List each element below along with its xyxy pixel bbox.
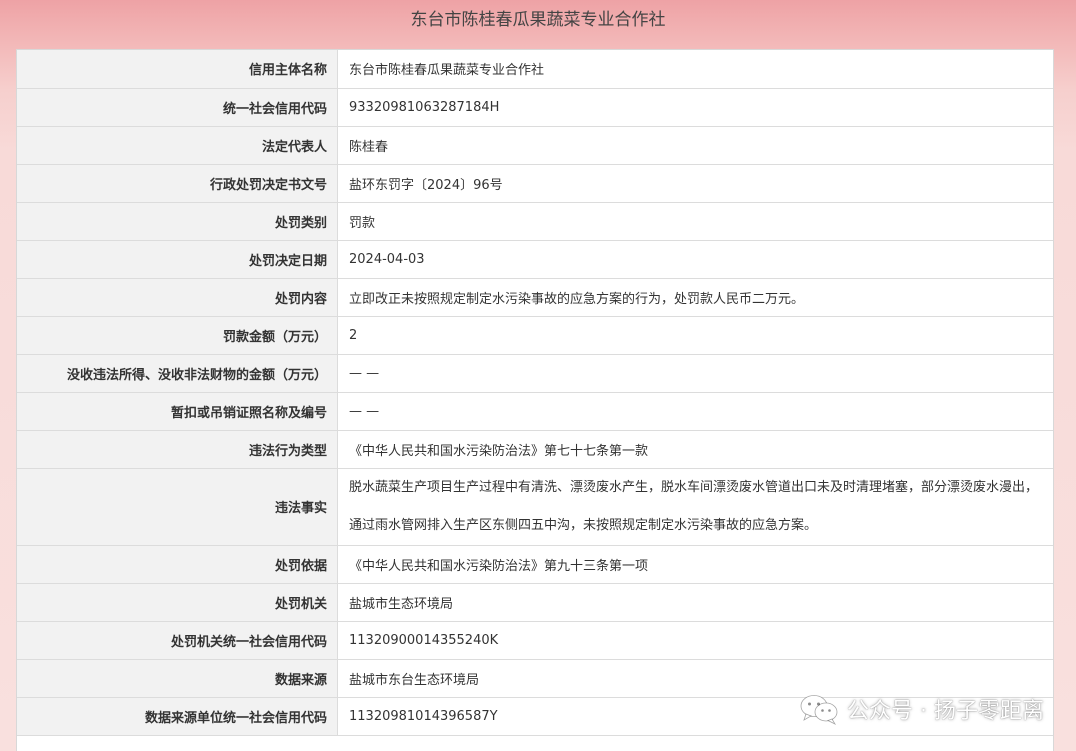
- row-value-data-source: 盐城市东台生态环境局: [337, 659, 1053, 698]
- row-label-credit-code: 统一社会信用代码: [17, 88, 338, 127]
- table-row: 罚款金额（万元） 2: [17, 316, 1053, 355]
- table-row: 处罚机关 盐城市生态环境局: [17, 583, 1053, 622]
- row-value-fine-amount: 2: [337, 316, 1053, 355]
- table-row: 违法事实 脱水蔬菜生产项目生产过程中有清洗、漂烫废水产生，脱水车间漂烫废水管道出…: [17, 468, 1053, 546]
- row-label-penalty-authority: 处罚机关: [17, 583, 338, 622]
- row-label-source-credit-code: 数据来源单位统一社会信用代码: [17, 697, 338, 736]
- row-value-license-revocation: — —: [337, 392, 1053, 431]
- row-label-penalty-content: 处罚内容: [17, 278, 338, 317]
- table-row: 信用主体名称 东台市陈桂春瓜果蔬菜专业合作社: [17, 50, 1053, 89]
- table-row: 处罚内容 立即改正未按照规定制定水污染事故的应急方案的行为，处罚款人民币二万元。: [17, 278, 1053, 317]
- row-value-confiscation-amount: — —: [337, 354, 1053, 393]
- table-row: 处罚决定日期 2024-04-03: [17, 240, 1053, 279]
- row-value-violation-type: 《中华人民共和国水污染防治法》第七十七条第一款: [337, 430, 1053, 469]
- table-row: 处罚类别 罚款: [17, 202, 1053, 241]
- row-value-penalty-authority: 盐城市生态环境局: [337, 583, 1053, 622]
- row-value-decision-number: 盐环东罚字〔2024〕96号: [337, 164, 1053, 203]
- table-row: 行政处罚决定书文号 盐环东罚字〔2024〕96号: [17, 164, 1053, 203]
- row-value-violation-facts: 脱水蔬菜生产项目生产过程中有清洗、漂烫废水产生，脱水车间漂烫废水管道出口未及时清…: [337, 468, 1053, 546]
- info-table: 信用主体名称 东台市陈桂春瓜果蔬菜专业合作社 统一社会信用代码 93320981…: [17, 50, 1053, 736]
- table-row: 处罚机关统一社会信用代码 11320900014355240K: [17, 621, 1053, 660]
- row-label-legal-rep: 法定代表人: [17, 126, 338, 165]
- row-label-confiscation-amount: 没收违法所得、没收非法财物的金额（万元）: [17, 354, 338, 393]
- row-value-authority-credit-code: 11320900014355240K: [337, 621, 1053, 660]
- row-value-source-credit-code: 11320981014396587Y: [337, 697, 1053, 736]
- row-value-decision-date: 2024-04-03: [337, 240, 1053, 279]
- row-label-penalty-basis: 处罚依据: [17, 545, 338, 584]
- row-value-credit-subject-name: 东台市陈桂春瓜果蔬菜专业合作社: [337, 50, 1053, 89]
- row-label-violation-facts: 违法事实: [17, 468, 338, 546]
- row-value-penalty-basis: 《中华人民共和国水污染防治法》第九十三条第一项: [337, 545, 1053, 584]
- table-row: 违法行为类型 《中华人民共和国水污染防治法》第七十七条第一款: [17, 430, 1053, 469]
- table-row: 数据来源 盐城市东台生态环境局: [17, 659, 1053, 698]
- row-label-decision-number: 行政处罚决定书文号: [17, 164, 338, 203]
- row-value-credit-code: 93320981063287184H: [337, 88, 1053, 127]
- info-table-card: 信用主体名称 东台市陈桂春瓜果蔬菜专业合作社 统一社会信用代码 93320981…: [16, 49, 1054, 751]
- table-row: 统一社会信用代码 93320981063287184H: [17, 88, 1053, 127]
- row-label-license-revocation: 暂扣或吊销证照名称及编号: [17, 392, 338, 431]
- row-value-legal-rep: 陈桂春: [337, 126, 1053, 165]
- row-label-credit-subject-name: 信用主体名称: [17, 50, 338, 89]
- table-row: 暂扣或吊销证照名称及编号 — —: [17, 392, 1053, 431]
- row-value-penalty-content: 立即改正未按照规定制定水污染事故的应急方案的行为，处罚款人民币二万元。: [337, 278, 1053, 317]
- row-label-data-source: 数据来源: [17, 659, 338, 698]
- row-label-decision-date: 处罚决定日期: [17, 240, 338, 279]
- row-label-violation-type: 违法行为类型: [17, 430, 338, 469]
- row-label-fine-amount: 罚款金额（万元）: [17, 316, 338, 355]
- table-row: 处罚依据 《中华人民共和国水污染防治法》第九十三条第一项: [17, 545, 1053, 584]
- row-label-authority-credit-code: 处罚机关统一社会信用代码: [17, 621, 338, 660]
- table-row: 法定代表人 陈桂春: [17, 126, 1053, 165]
- page-title: 东台市陈桂春瓜果蔬菜专业合作社: [410, 10, 666, 30]
- table-row: 数据来源单位统一社会信用代码 11320981014396587Y: [17, 697, 1053, 736]
- row-label-penalty-type: 处罚类别: [17, 202, 338, 241]
- table-row: 没收违法所得、没收非法财物的金额（万元） — —: [17, 354, 1053, 393]
- row-value-penalty-type: 罚款: [337, 202, 1053, 241]
